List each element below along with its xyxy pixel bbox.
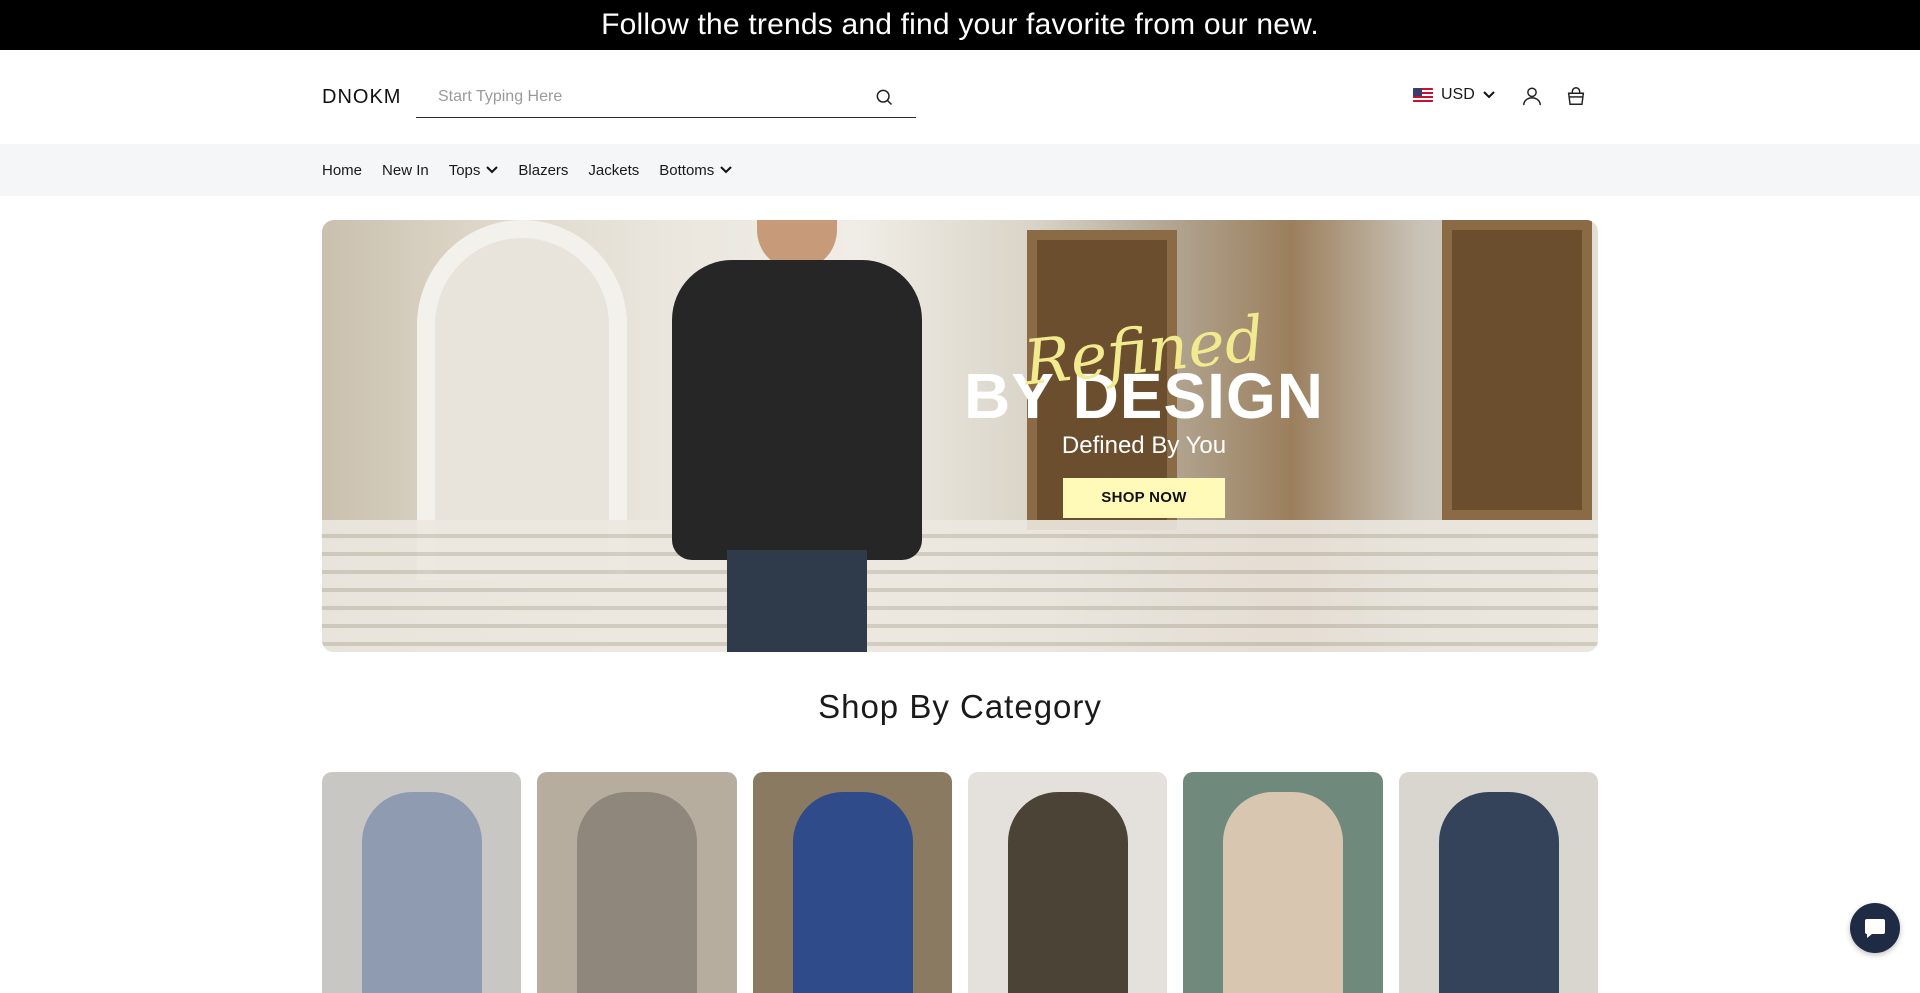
main-nav: Home New In Tops Blazers Jackets Bottoms (322, 144, 752, 196)
category-tile-shorts[interactable] (1183, 772, 1383, 993)
category-image (1223, 792, 1344, 993)
nav-item-blazers[interactable]: Blazers (518, 162, 568, 179)
announcement-bar: Follow the trends and find your favorite… (0, 0, 1920, 50)
shop-now-button[interactable]: SHOP NOW (1063, 477, 1225, 518)
nav-item-bottoms[interactable]: Bottoms (659, 161, 733, 179)
currency-selector[interactable]: USD (1413, 86, 1495, 104)
category-tile-jeans[interactable] (1398, 772, 1598, 993)
main-nav-bar: Home New In Tops Blazers Jackets Bottoms (0, 144, 1920, 196)
search-bar (416, 76, 916, 118)
cart-icon[interactable] (1565, 85, 1587, 107)
category-image (1007, 792, 1128, 993)
category-grid (322, 772, 1598, 993)
category-image (577, 792, 698, 993)
hero-model-jacket (672, 260, 922, 560)
hero-model-image (672, 220, 922, 652)
chat-button[interactable] (1850, 903, 1900, 953)
nav-item-label: Bottoms (659, 161, 715, 179)
hero-subtitle: Defined By You (1061, 431, 1227, 459)
chevron-down-icon (486, 166, 499, 174)
account-icon[interactable] (1521, 85, 1543, 107)
announcement-text: Follow the trends and find your favorite… (601, 8, 1319, 41)
search-icon[interactable] (874, 87, 894, 107)
category-image (362, 792, 482, 993)
category-image (1438, 792, 1559, 993)
chevron-down-icon (1483, 91, 1495, 99)
site-logo[interactable]: DNOKM (322, 86, 401, 109)
nav-item-label: Blazers (518, 161, 569, 179)
hero-model-jeans (727, 550, 867, 652)
search-input[interactable] (438, 84, 858, 110)
nav-item-label: New In (382, 161, 429, 179)
category-tile-shirt[interactable] (537, 772, 737, 993)
nav-item-new-in[interactable]: New In (382, 162, 429, 179)
currency-code: USD (1441, 86, 1475, 103)
category-image (792, 792, 913, 993)
category-tile-suit[interactable] (752, 772, 952, 993)
hero-banner[interactable]: Refined BY DESIGN Defined By You SHOP NO… (322, 220, 1598, 652)
nav-item-jackets[interactable]: Jackets (588, 162, 639, 179)
nav-item-home[interactable]: Home (322, 162, 362, 179)
category-tile-jacket[interactable] (967, 772, 1168, 993)
site-header: DNOKM USD (0, 50, 1920, 144)
nav-item-label: Jackets (588, 161, 640, 179)
chat-icon (1865, 919, 1885, 938)
hero-background-window (1442, 220, 1592, 520)
hero-background-stairs (322, 520, 1598, 652)
chevron-down-icon (720, 166, 733, 174)
hero-text-block: Refined BY DESIGN Defined By You SHOP NO… (954, 302, 1334, 518)
category-tile-tshirt[interactable] (322, 772, 522, 993)
nav-item-label: Tops (448, 161, 481, 179)
section-title: Shop By Category (818, 688, 1102, 725)
nav-item-label: Home (322, 161, 363, 179)
nav-item-tops[interactable]: Tops (449, 162, 499, 179)
us-flag-icon (1413, 88, 1433, 102)
